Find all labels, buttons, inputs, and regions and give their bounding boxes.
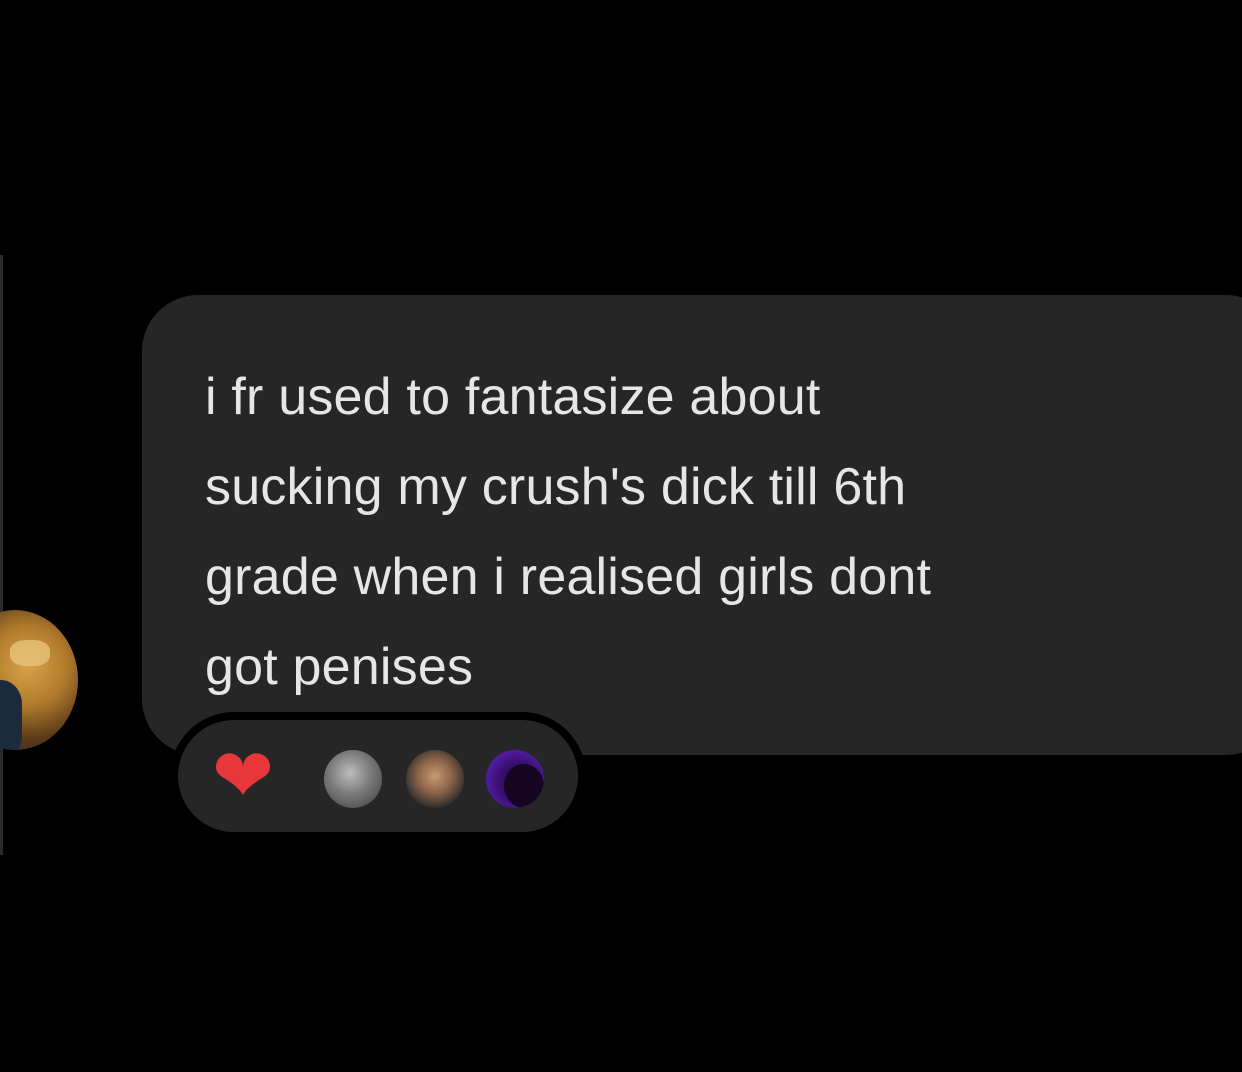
message-text: i fr used to fantasize about sucking my … bbox=[205, 368, 932, 696]
chat-thread: i fr used to fantasize about sucking my … bbox=[0, 0, 1242, 1072]
reactions-bar[interactable]: ❤ bbox=[170, 712, 586, 840]
reactor-avatar bbox=[406, 750, 464, 808]
heart-reaction-icon: ❤ bbox=[212, 733, 275, 819]
sender-avatar[interactable] bbox=[0, 610, 78, 750]
avatar-shadow bbox=[0, 680, 22, 750]
thread-divider bbox=[0, 255, 3, 855]
reactor-avatar-shape bbox=[504, 764, 544, 808]
reactor-avatar bbox=[486, 750, 544, 808]
avatar-highlight bbox=[10, 640, 50, 666]
reactor-avatar bbox=[324, 750, 382, 808]
